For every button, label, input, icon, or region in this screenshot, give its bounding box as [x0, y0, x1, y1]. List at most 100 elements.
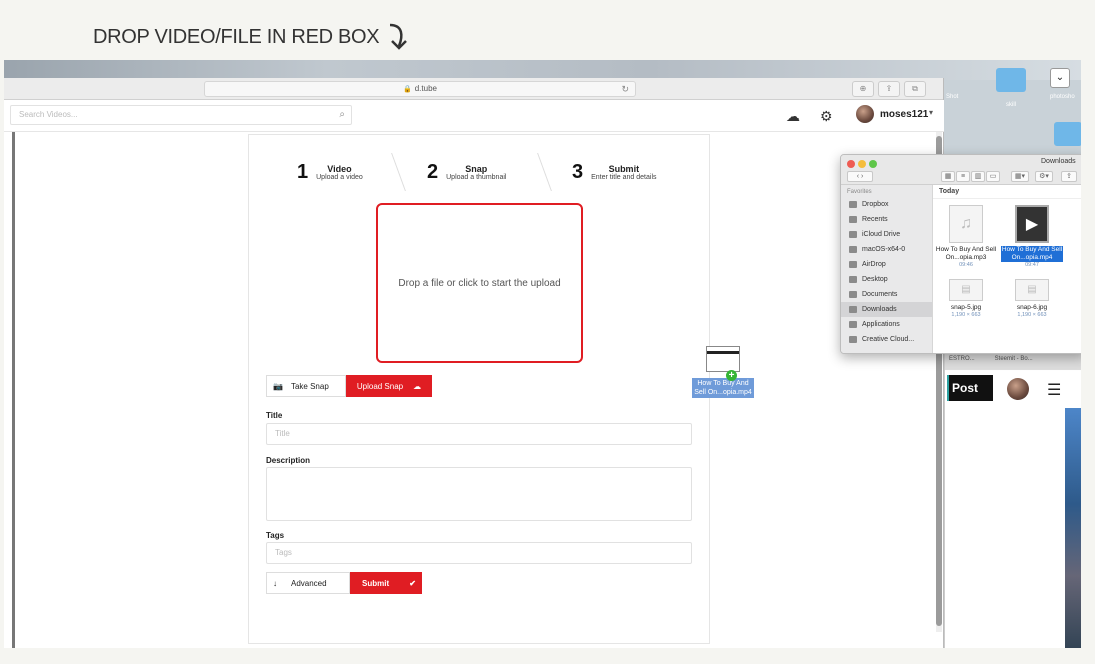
step-number: 1	[297, 161, 309, 183]
list-view-icon[interactable]: ≡	[956, 171, 970, 182]
sidebar-edge	[12, 132, 15, 648]
background-tab[interactable]: Steemit - Bo...	[995, 356, 1033, 364]
finder-window: Downloads ‹ › ▦ ≡ ▥ ▭ ▦▾ ⚙▾ ⇪ Favorites …	[840, 154, 1081, 354]
screen-recording: ⌄ photosho Shot skill 🔒 d.tube ↻ ⊕ ⇪ ⧉ Se…	[4, 60, 1081, 648]
submit-button[interactable]: Submit ✔	[350, 572, 422, 594]
sidebar-item-label: iCloud Drive	[862, 231, 901, 238]
share-icon[interactable]: ⇪	[878, 81, 900, 97]
add-plus-icon: +	[726, 370, 737, 381]
upload-cloud-icon: ☁	[413, 381, 422, 391]
cloud-icon	[849, 231, 857, 238]
gallery-view-icon[interactable]: ▭	[986, 171, 1000, 182]
avatar[interactable]	[1007, 378, 1029, 400]
sidebar-item-applications[interactable]: Applications	[841, 317, 932, 332]
file-name: snap-5.jpg	[950, 304, 982, 311]
file-dropzone[interactable]: Drop a file or click to start the upload	[376, 203, 583, 363]
chevron-down-icon[interactable]: ▾	[929, 108, 933, 117]
sidebar-item-recents[interactable]: Recents	[841, 212, 932, 227]
minimize-window-button[interactable]	[858, 160, 866, 168]
curved-arrow-down-icon	[390, 23, 408, 50]
sidebar-item-macos[interactable]: macOS-x64-0	[841, 242, 932, 257]
upload-snap-button[interactable]: Upload Snap ☁	[346, 375, 432, 397]
folder-icon	[849, 246, 857, 253]
share-icon[interactable]: ⇪	[1061, 171, 1077, 182]
upload-cloud-icon[interactable]: ☁	[786, 108, 800, 125]
image-file-icon: ▤	[1015, 279, 1049, 301]
sidebar-item-label: Dropbox	[862, 201, 889, 208]
submit-label: Submit	[362, 578, 390, 588]
file-name: snap-6.jpg	[1016, 304, 1048, 311]
description-label: Description	[266, 456, 311, 465]
file-item[interactable]: ▶ How To Buy And Sell On...opia.mp4 09:4…	[1001, 205, 1063, 268]
sidebar-item-downloads[interactable]: Downloads	[841, 302, 932, 317]
file-name: How To Buy And Sell On...opia.mp3	[935, 246, 997, 261]
sidebar-item-documents[interactable]: Documents	[841, 287, 932, 302]
dropzone-text: Drop a file or click to start the upload	[398, 277, 561, 289]
step-submit: 3 Submit Enter title and details	[572, 161, 657, 184]
file-item[interactable]: ▤ snap-5.jpg 1,190 × 663	[935, 279, 997, 318]
video-file-icon: ▶	[1015, 205, 1049, 243]
section-heading: Today	[933, 185, 1081, 199]
sidebar-item-dropbox[interactable]: Dropbox	[841, 197, 932, 212]
username[interactable]: moses121	[880, 109, 928, 120]
gear-icon[interactable]: ⚙	[820, 108, 833, 125]
file-item[interactable]: ▤ snap-6.jpg 1,190 × 663	[1001, 279, 1063, 318]
description-textarea[interactable]	[266, 467, 692, 521]
take-snap-label: Take Snap	[290, 381, 329, 391]
finder-title: Downloads	[1041, 158, 1076, 165]
search-placeholder: Search Videos...	[19, 110, 78, 119]
sidebar-item-label: Documents	[862, 291, 898, 298]
sidebar-item-creative-cloud[interactable]: Creative Cloud...	[841, 332, 932, 347]
take-snap-button[interactable]: 📷 Take Snap	[266, 375, 346, 397]
column-view-icon[interactable]: ▥	[971, 171, 985, 182]
search-input[interactable]: Search Videos... ⌕	[10, 105, 352, 125]
icon-view-icon[interactable]: ▦	[941, 171, 955, 182]
sidebar-item-label: Downloads	[862, 306, 897, 313]
camera-icon: 📷	[273, 381, 283, 391]
title-placeholder: Title	[275, 429, 290, 438]
document-icon	[849, 291, 857, 298]
file-item[interactable]: ♫ How To Buy And Sell On...opia.mp3 09:4…	[935, 205, 997, 268]
file-name: How To Buy And Sell On...opia.mp4	[1001, 246, 1063, 262]
close-window-button[interactable]	[847, 160, 855, 168]
reload-icon[interactable]: ↻	[621, 82, 629, 96]
action-gear-icon[interactable]: ⚙▾	[1035, 171, 1053, 182]
post-button[interactable]: Post	[947, 375, 993, 401]
dragged-file[interactable]: + How To Buy And Sell On...opia.mp4	[692, 346, 754, 398]
finder-sidebar: Favorites Dropbox Recents iCloud Drive m…	[841, 185, 933, 353]
dragged-file-name: How To Buy And Sell On...opia.mp4	[692, 378, 754, 398]
tabs-icon[interactable]: ⧉	[904, 81, 926, 97]
sidebar-item-airdrop[interactable]: AirDrop	[841, 257, 932, 272]
step-divider	[382, 153, 406, 191]
zoom-window-button[interactable]	[869, 160, 877, 168]
avatar[interactable]	[856, 105, 874, 123]
back-forward-icon[interactable]: ‹ ›	[847, 171, 873, 182]
step-title: Submit	[608, 164, 640, 174]
step-title: Snap	[465, 164, 488, 174]
step-number: 3	[572, 161, 584, 183]
download-icon[interactable]: ⊕	[852, 81, 874, 97]
video-thumbnail-icon	[706, 346, 740, 372]
finder-toolbar: Downloads ‹ › ▦ ≡ ▥ ▭ ▦▾ ⚙▾ ⇪	[841, 155, 1081, 185]
sidebar-item-icloud[interactable]: iCloud Drive	[841, 227, 932, 242]
tags-placeholder: Tags	[275, 548, 292, 557]
finder-file-area: Today ♫ How To Buy And Sell On...opia.mp…	[933, 185, 1081, 353]
recents-icon	[849, 216, 857, 223]
dropbox-icon	[849, 201, 857, 208]
step-subtitle: Upload a video	[316, 174, 363, 181]
group-icon[interactable]: ▦▾	[1011, 171, 1029, 182]
chevron-down-icon[interactable]: ⌄	[1050, 68, 1070, 88]
title-input[interactable]: Title	[266, 423, 692, 445]
search-icon[interactable]: ⌕	[339, 106, 345, 124]
address-bar[interactable]: 🔒 d.tube ↻	[204, 81, 636, 97]
sidebar-item-label: Desktop	[862, 276, 888, 283]
background-tab[interactable]: ESTRO...	[949, 356, 975, 364]
desktop-label: Shot	[946, 94, 959, 100]
step-video: 1 Video Upload a video	[297, 161, 363, 184]
tags-input[interactable]: Tags	[266, 542, 692, 564]
upload-snap-label: Upload Snap	[356, 381, 404, 391]
step-snap: 2 Snap Upload a thumbnail	[427, 161, 506, 184]
hamburger-menu-icon[interactable]: ☰	[1047, 380, 1061, 400]
sidebar-item-desktop[interactable]: Desktop	[841, 272, 932, 287]
advanced-button[interactable]: ↓ Advanced	[266, 572, 350, 594]
